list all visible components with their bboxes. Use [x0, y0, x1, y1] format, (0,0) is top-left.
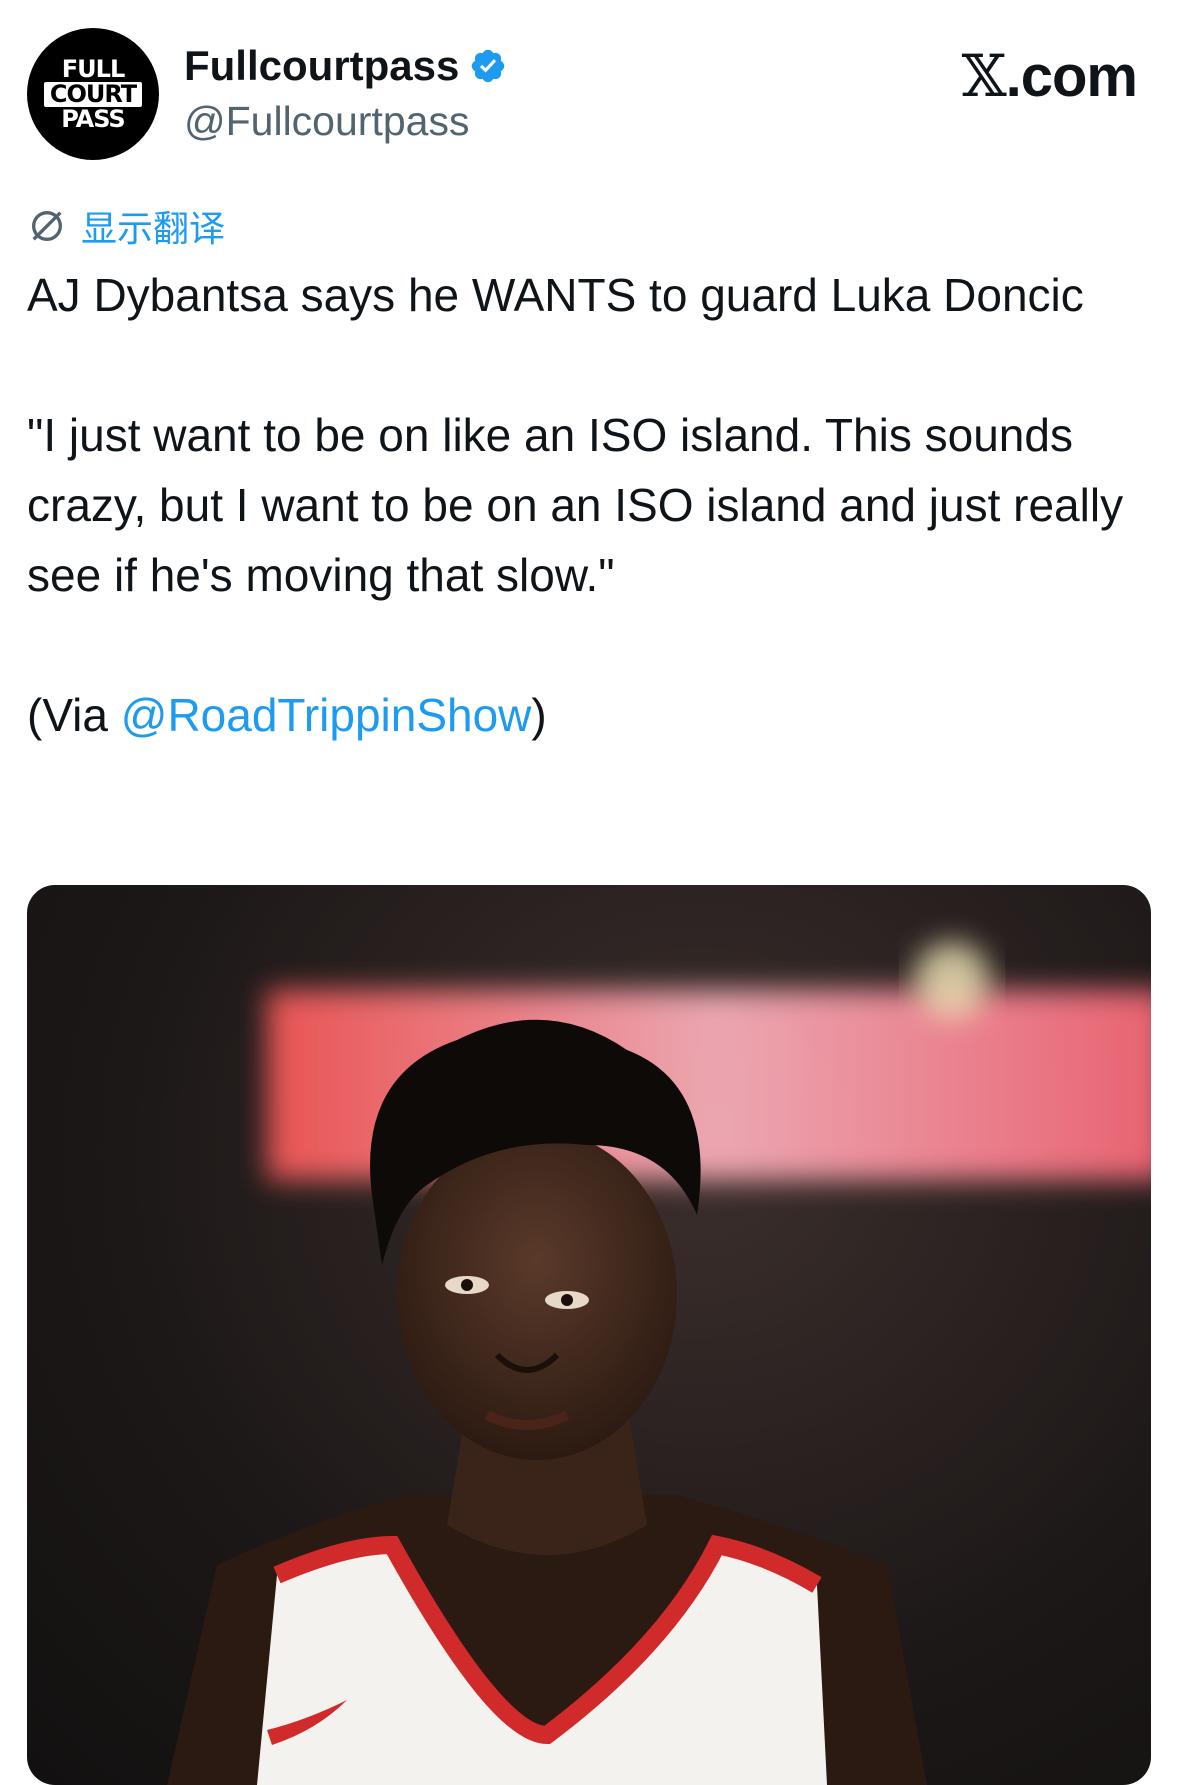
avatar-text-line-2: COURT: [43, 81, 143, 107]
avatar[interactable]: FULL COURT PASS: [27, 28, 159, 160]
tweet-via: (Via @RoadTrippinShow): [27, 680, 1152, 750]
display-name[interactable]: Fullcourtpass: [184, 42, 459, 90]
show-translation-label: 显示翻译: [81, 208, 226, 249]
via-suffix: ): [531, 689, 547, 741]
tweet-quote: "I just want to be on like an ISO island…: [27, 409, 1124, 601]
tweet-photo[interactable]: [27, 885, 1151, 1785]
tweet-line-headline: AJ Dybantsa says he WANTS to guard Luka …: [27, 269, 1084, 321]
via-prefix: (Via: [27, 689, 121, 741]
site-label-rest: .com: [1005, 44, 1138, 109]
site-label-x: 𝕏: [961, 42, 1007, 110]
globe-icon: [32, 211, 62, 241]
tweet-header: FULL COURT PASS Fullcourtpass @Fullcourt…: [27, 28, 1152, 163]
avatar-text-line-1: FULL: [61, 54, 125, 83]
verified-badge-icon: [472, 49, 505, 83]
player-photo-illustration: [167, 942, 1151, 1785]
show-translation-button[interactable]: 显示翻译: [27, 200, 225, 252]
site-label: 𝕏.com: [961, 42, 1138, 110]
avatar-text-line-3: PASS: [61, 104, 125, 133]
tweet-text: AJ Dybantsa says he WANTS to guard Luka …: [27, 260, 1152, 750]
name-row: Fullcourtpass: [184, 42, 507, 90]
mention-link[interactable]: @RoadTrippinShow: [121, 689, 532, 741]
user-handle[interactable]: @Fullcourtpass: [184, 98, 469, 145]
